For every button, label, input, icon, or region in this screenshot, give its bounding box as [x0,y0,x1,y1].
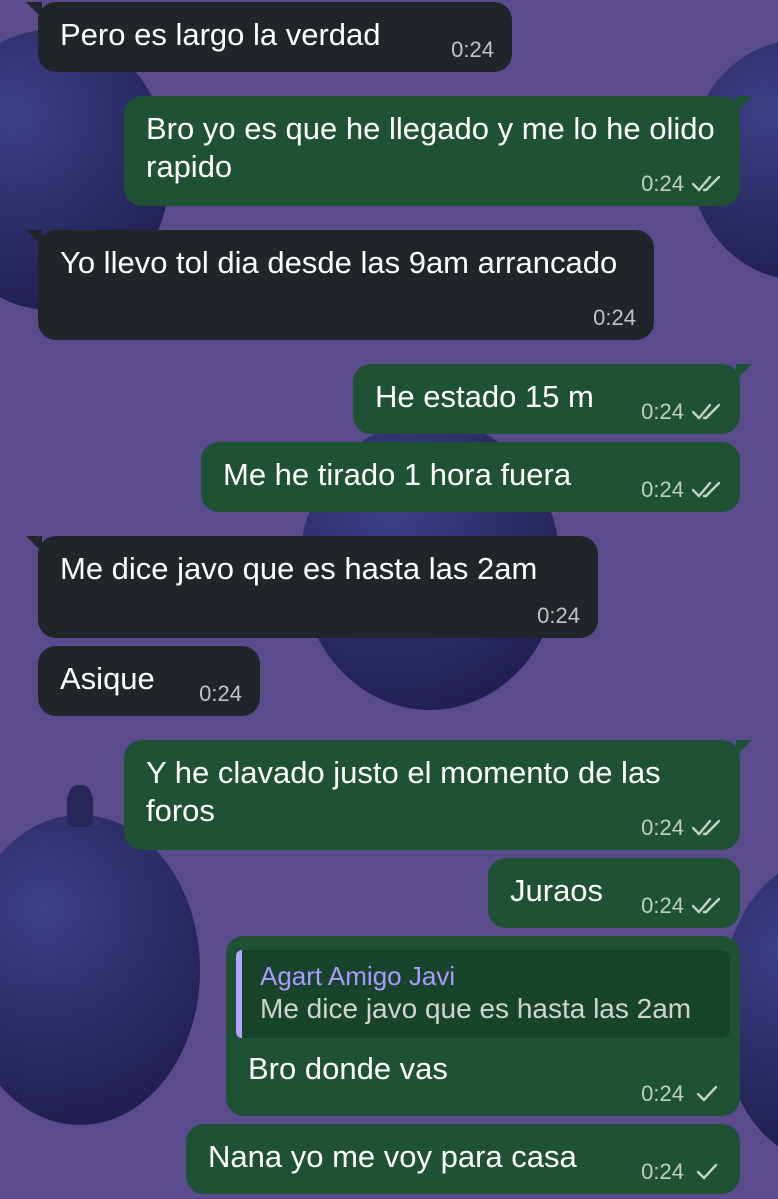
message-outgoing-reply[interactable]: Agart Amigo Javi Me dice javo que es has… [226,936,740,1116]
message-text: Yo llevo tol dia desde las 9am arrancado [60,245,618,280]
message-text: Bro yo es que he llegado y me lo he olid… [146,111,724,184]
double-check-icon [692,403,721,420]
message-time: 0:24 [641,399,684,424]
message-meta: 0:24 [641,172,722,196]
message-incoming[interactable]: Me dice javo que es hasta las 2am 0:24 [26,536,598,638]
message-time: 0:24 [641,1159,684,1184]
message-meta: 0:24 [641,400,722,424]
message-time: 0:24 [641,171,684,196]
message-time: 0:24 [451,37,494,62]
message-incoming[interactable]: Asique 0:24 [38,646,260,716]
message-incoming[interactable]: Yo llevo tol dia desde las 9am arrancado… [26,230,654,340]
double-check-icon [692,897,721,914]
message-meta: 0:24 [641,1082,722,1106]
message-time: 0:24 [641,477,684,502]
message-outgoing[interactable]: Nana yo me voy para casa 0:24 [186,1124,740,1194]
message-time: 0:24 [537,603,580,628]
message-meta: 0:24 [451,38,494,62]
message-time: 0:24 [199,681,242,706]
quote-accent-bar [236,950,242,1038]
message-meta: 0:24 [641,1160,722,1184]
quoted-author: Agart Amigo Javi [260,961,456,991]
single-check-icon [696,1085,718,1102]
message-time: 0:24 [593,305,636,330]
message-list[interactable]: Pero es largo la verdad 0:24 Bro yo es q… [0,0,778,1199]
double-check-icon [692,481,721,498]
message-text: Me dice javo que es hasta las 2am [60,551,538,586]
single-check-icon [696,1163,718,1180]
quoted-message[interactable]: Agart Amigo Javi Me dice javo que es has… [236,950,730,1038]
quoted-text: Me dice javo que es hasta las 2am [260,993,692,1024]
message-outgoing[interactable]: Y he clavado justo el momento de las for… [124,740,752,850]
message-time: 0:24 [641,815,684,840]
message-incoming[interactable]: Pero es largo la verdad 0:24 [26,2,512,72]
double-check-icon [692,819,721,836]
message-meta: 0:24 [641,478,722,502]
message-meta: 0:24 [641,894,722,918]
message-outgoing[interactable]: Juraos 0:24 [488,858,740,928]
message-outgoing[interactable]: Bro yo es que he llegado y me lo he olid… [124,96,752,206]
message-meta: 0:24 [593,306,636,330]
message-text: Y he clavado justo el momento de las for… [146,755,670,828]
message-outgoing[interactable]: Me he tirado 1 hora fuera 0:24 [201,442,740,512]
message-meta: 0:24 [199,682,242,706]
message-meta: 0:24 [537,604,580,628]
message-meta: 0:24 [641,816,722,840]
message-time: 0:24 [641,1081,684,1106]
message-time: 0:24 [641,893,684,918]
message-outgoing[interactable]: He estado 15 m 0:24 [353,364,752,434]
message-text: Pero es largo la verdad [60,17,381,52]
double-check-icon [692,175,721,192]
